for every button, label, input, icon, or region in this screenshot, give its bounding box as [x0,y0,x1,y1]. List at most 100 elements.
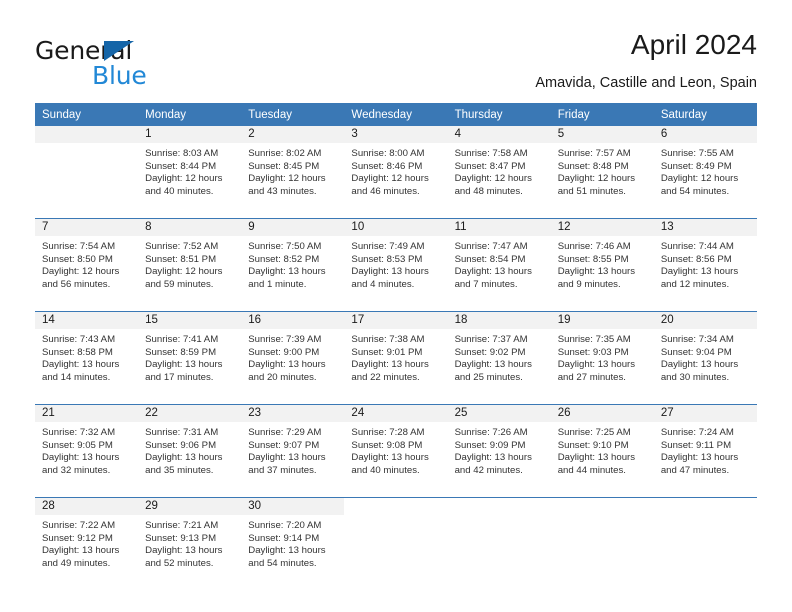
day-cell-inner[interactable]: 15 Sunrise: 7:41 AM Sunset: 8:59 PM Dayl… [138,312,242,404]
page-title: April 2024 [630,29,757,60]
sunrise-text: Sunrise: 7:31 AM [145,427,219,438]
calendar-week-row: 21 Sunrise: 7:32 AM Sunset: 9:05 PM Dayl… [35,404,757,498]
day-cell-inner[interactable]: 6 Sunrise: 7:55 AM Sunset: 8:49 PM Dayli… [653,126,757,218]
day-cell-inner[interactable]: 26 Sunrise: 7:25 AM Sunset: 9:10 PM Dayl… [550,405,654,497]
day-number: 1 [138,126,242,143]
day-cell-inner [654,498,757,590]
sunset-text: Sunset: 9:02 PM [454,346,526,358]
daylight-text-line1: Daylight: 13 hours [557,266,636,278]
daylight-text-line1: Daylight: 13 hours [248,266,326,278]
day-cell-inner[interactable]: 11 Sunrise: 7:47 AM Sunset: 8:54 PM Dayl… [447,219,551,311]
title-block: April 2024 Amavida, Castille and Leon, S… [535,28,757,93]
day-cell: 2 Sunrise: 8:02 AM Sunset: 8:45 PM Dayli… [241,126,345,219]
sunrise-text: Sunrise: 7:46 AM [557,241,631,252]
daylight-text-line1: Daylight: 13 hours [660,452,739,464]
weekday-header-tuesday: Tuesday [241,103,345,126]
sunset-text: Sunset: 8:45 PM [248,160,320,172]
daylight-text-line1: Daylight: 13 hours [557,452,636,464]
daylight-text-line1: Daylight: 13 hours [351,266,429,278]
day-info: Sunrise: 7:28 AM Sunset: 9:08 PM Dayligh… [344,422,447,477]
day-cell-inner[interactable]: 4 Sunrise: 7:58 AM Sunset: 8:47 PM Dayli… [447,126,551,218]
day-cell-inner[interactable]: 3 Sunrise: 8:00 AM Sunset: 8:46 PM Dayli… [344,126,448,218]
day-cell-inner[interactable]: 19 Sunrise: 7:35 AM Sunset: 9:03 PM Dayl… [550,312,654,404]
day-info: Sunrise: 7:41 AM Sunset: 8:59 PM Dayligh… [138,329,241,384]
day-number: 20 [653,312,757,329]
daylight-text-line2: and 59 minutes. [145,278,214,290]
daylight-text-line1: Daylight: 13 hours [42,359,120,371]
day-cell-inner [344,498,447,590]
daylight-text-line2: and 17 minutes. [145,371,214,383]
sunrise-text: Sunrise: 7:41 AM [145,334,219,345]
day-cell: 12 Sunrise: 7:46 AM Sunset: 8:55 PM Dayl… [550,218,654,312]
day-cell: 19 Sunrise: 7:35 AM Sunset: 9:03 PM Dayl… [550,311,654,405]
sunrise-text: Sunrise: 7:43 AM [42,334,116,345]
daylight-text-line1: Daylight: 12 hours [557,173,636,185]
day-cell-inner[interactable]: 17 Sunrise: 7:38 AM Sunset: 9:01 PM Dayl… [344,312,448,404]
calendar-week-row: 1 Sunrise: 8:03 AM Sunset: 8:44 PM Dayli… [35,126,757,219]
day-cell-inner [35,126,139,218]
daylight-text-line1: Daylight: 12 hours [454,173,532,185]
day-cell: 11 Sunrise: 7:47 AM Sunset: 8:54 PM Dayl… [447,218,551,312]
day-number: 15 [138,312,242,329]
day-cell-inner[interactable]: 30 Sunrise: 7:20 AM Sunset: 9:14 PM Dayl… [241,498,345,590]
day-cell-inner[interactable]: 29 Sunrise: 7:21 AM Sunset: 9:13 PM Dayl… [138,498,242,590]
sunset-text: Sunset: 9:10 PM [557,439,629,451]
sunrise-text: Sunrise: 7:22 AM [42,520,116,531]
sunset-text: Sunset: 9:11 PM [660,439,732,451]
day-cell: 6 Sunrise: 7:55 AM Sunset: 8:49 PM Dayli… [653,126,757,219]
day-info: Sunrise: 7:24 AM Sunset: 9:11 PM Dayligh… [654,422,757,477]
day-cell-inner[interactable]: 8 Sunrise: 7:52 AM Sunset: 8:51 PM Dayli… [138,219,242,311]
sunrise-text: Sunrise: 7:32 AM [42,427,116,438]
daylight-text-line1: Daylight: 13 hours [42,452,120,464]
day-cell-inner[interactable]: 28 Sunrise: 7:22 AM Sunset: 9:12 PM Dayl… [35,498,139,590]
sunrise-text: Sunrise: 7:21 AM [145,520,219,531]
day-info: Sunrise: 7:29 AM Sunset: 9:07 PM Dayligh… [241,422,344,477]
daylight-text-line2: and 51 minutes. [557,185,626,197]
day-cell-inner[interactable]: 9 Sunrise: 7:50 AM Sunset: 8:52 PM Dayli… [241,219,345,311]
sunset-text: Sunset: 8:48 PM [557,160,629,172]
day-cell-inner[interactable]: 27 Sunrise: 7:24 AM Sunset: 9:11 PM Dayl… [653,405,757,497]
daylight-text-line2: and 48 minutes. [454,185,523,197]
day-info: Sunrise: 7:25 AM Sunset: 9:10 PM Dayligh… [551,422,654,477]
calendar-week-row: 28 Sunrise: 7:22 AM Sunset: 9:12 PM Dayl… [35,497,757,590]
day-cell-inner[interactable]: 13 Sunrise: 7:44 AM Sunset: 8:56 PM Dayl… [653,219,757,311]
daylight-text-line2: and 37 minutes. [248,464,317,476]
sunrise-text: Sunrise: 7:55 AM [660,148,734,159]
day-cell-inner [551,498,654,590]
day-cell-inner[interactable]: 1 Sunrise: 8:03 AM Sunset: 8:44 PM Dayli… [138,126,242,218]
daylight-text-line1: Daylight: 13 hours [454,359,532,371]
sunrise-text: Sunrise: 7:57 AM [557,148,631,159]
day-info: Sunrise: 7:50 AM Sunset: 8:52 PM Dayligh… [241,236,344,291]
page-subtitle: Amavida, Castille and Leon, Spain [535,75,757,91]
day-cell: 10 Sunrise: 7:49 AM Sunset: 8:53 PM Dayl… [344,218,448,312]
day-cell-inner[interactable]: 16 Sunrise: 7:39 AM Sunset: 9:00 PM Dayl… [241,312,345,404]
day-info: Sunrise: 7:38 AM Sunset: 9:01 PM Dayligh… [344,329,447,384]
daylight-text-line1: Daylight: 12 hours [248,173,326,185]
day-cell-inner[interactable]: 21 Sunrise: 7:32 AM Sunset: 9:05 PM Dayl… [35,405,139,497]
day-cell-inner[interactable]: 12 Sunrise: 7:46 AM Sunset: 8:55 PM Dayl… [550,219,654,311]
sunrise-text: Sunrise: 8:02 AM [248,148,322,159]
day-cell-inner[interactable]: 7 Sunrise: 7:54 AM Sunset: 8:50 PM Dayli… [35,219,139,311]
day-cell-inner[interactable]: 14 Sunrise: 7:43 AM Sunset: 8:58 PM Dayl… [35,312,139,404]
sunset-text: Sunset: 9:08 PM [351,439,423,451]
day-cell-inner[interactable]: 10 Sunrise: 7:49 AM Sunset: 8:53 PM Dayl… [344,219,448,311]
sunset-text: Sunset: 8:51 PM [145,253,217,265]
daylight-text-line2: and 9 minutes. [557,278,621,290]
day-info: Sunrise: 7:46 AM Sunset: 8:55 PM Dayligh… [551,236,654,291]
day-info: Sunrise: 7:43 AM Sunset: 8:58 PM Dayligh… [35,329,138,384]
day-cell-inner[interactable]: 20 Sunrise: 7:34 AM Sunset: 9:04 PM Dayl… [653,312,757,404]
day-cell-inner[interactable]: 2 Sunrise: 8:02 AM Sunset: 8:45 PM Dayli… [241,126,345,218]
sunset-text: Sunset: 8:55 PM [557,253,629,265]
day-cell-inner[interactable]: 25 Sunrise: 7:26 AM Sunset: 9:09 PM Dayl… [447,405,551,497]
day-cell-inner[interactable]: 23 Sunrise: 7:29 AM Sunset: 9:07 PM Dayl… [241,405,345,497]
sunrise-text: Sunrise: 7:50 AM [248,241,322,252]
day-cell-inner[interactable]: 5 Sunrise: 7:57 AM Sunset: 8:48 PM Dayli… [550,126,654,218]
day-cell-inner[interactable]: 24 Sunrise: 7:28 AM Sunset: 9:08 PM Dayl… [344,405,448,497]
day-cell: 25 Sunrise: 7:26 AM Sunset: 9:09 PM Dayl… [447,404,551,498]
sunrise-text: Sunrise: 7:29 AM [248,427,322,438]
day-cell-inner[interactable]: 18 Sunrise: 7:37 AM Sunset: 9:02 PM Dayl… [447,312,551,404]
day-cell: 28 Sunrise: 7:22 AM Sunset: 9:12 PM Dayl… [35,497,139,590]
day-cell: 1 Sunrise: 8:03 AM Sunset: 8:44 PM Dayli… [138,126,242,219]
day-number: 16 [241,312,345,329]
day-cell-inner[interactable]: 22 Sunrise: 7:31 AM Sunset: 9:06 PM Dayl… [138,405,242,497]
